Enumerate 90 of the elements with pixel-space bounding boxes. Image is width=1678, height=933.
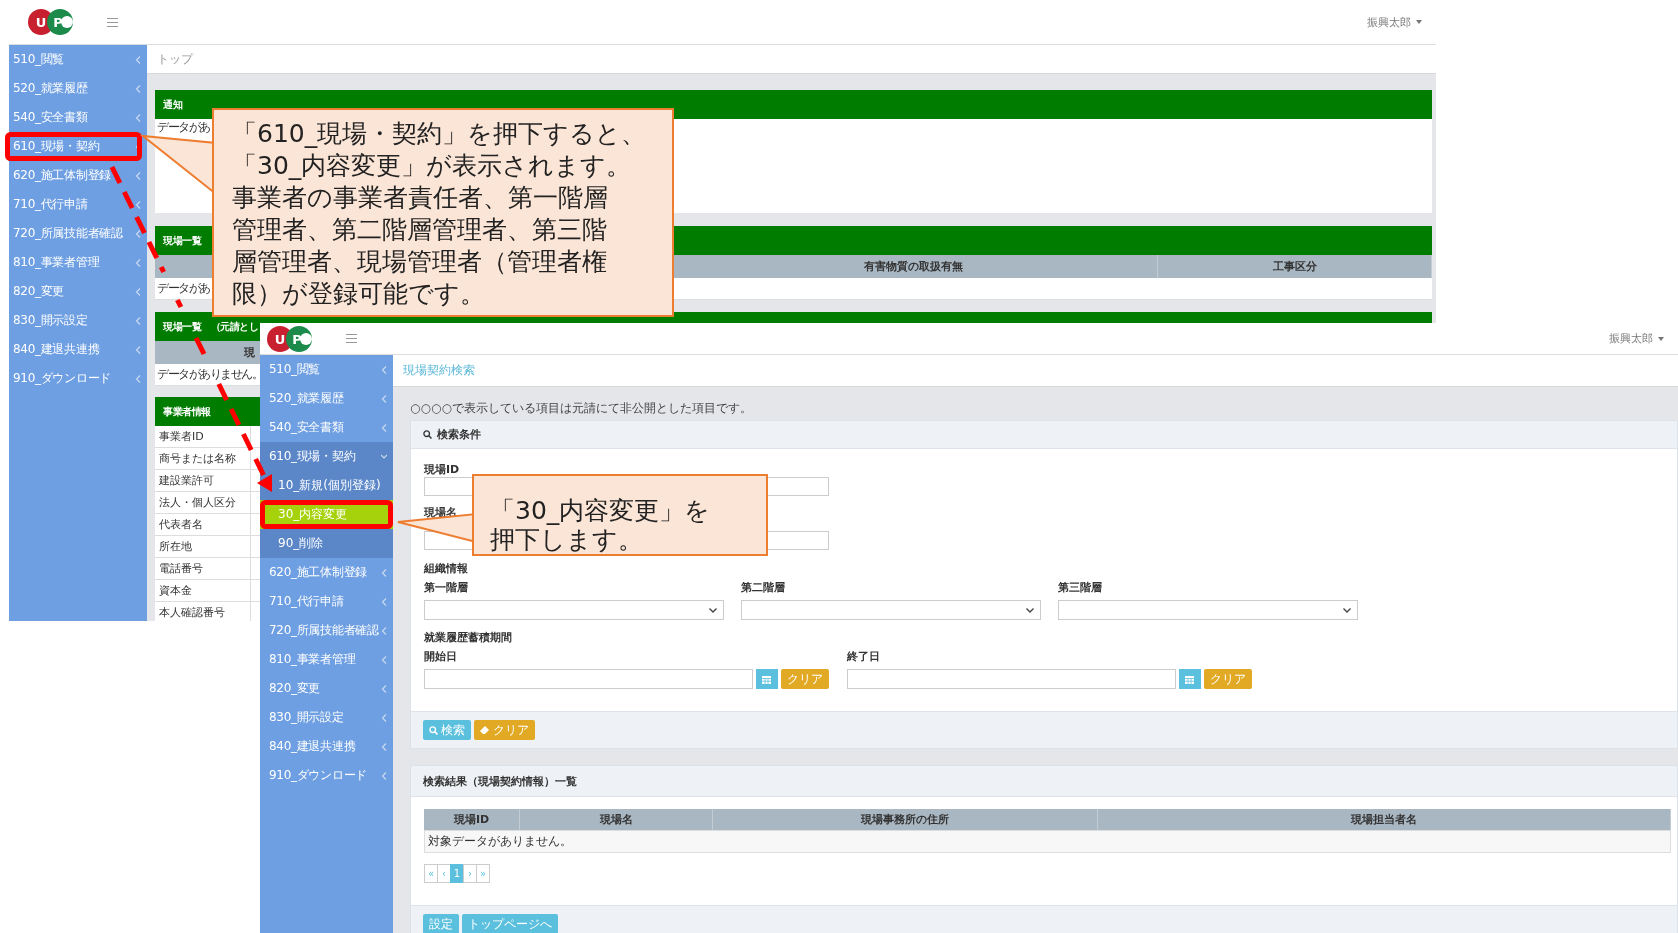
page-button[interactable]: « [424,864,438,883]
sidebar-item[interactable]: 720_所属技能者確認 [260,616,393,645]
empty-message: データがあ [157,120,210,134]
eraser-icon [480,726,490,734]
sidebar-item[interactable]: 610_現場・契約 [260,442,393,471]
sidebar-item[interactable]: 820_変更 [9,277,147,306]
sidebar-item[interactable]: 620_施工体制登録 [260,558,393,587]
submenu-item[interactable]: 10_新規(個別登録) [260,471,393,500]
callout-text: 「30_内容変更」が表示されます。 [232,150,632,182]
field-label: 終了日 [847,649,880,663]
logo: U P [27,7,77,37]
sidebar-item[interactable]: 720_所属技能者確認 [9,219,147,248]
sidebar-item[interactable]: 820_変更 [260,674,393,703]
action-button[interactable]: トップページへ [462,914,558,933]
caret-icon [1343,607,1351,613]
sidebar-item[interactable]: 810_事業者管理 [9,248,147,277]
caret-icon [709,607,717,613]
table-cell: 事業者ID [155,426,251,448]
calendar-icon [762,674,772,684]
clear-button[interactable]: クリア [474,720,535,740]
section-label: 組織情報 [424,561,468,575]
field-label: 第三階層 [1058,580,1102,594]
action-button[interactable]: 設定 [423,914,459,933]
search-button[interactable]: 検索 [423,720,471,740]
field-label: 開始日 [424,649,457,663]
page-button[interactable]: 1 [450,864,464,883]
field-label: 現場ID [424,462,460,476]
sidebar-item[interactable]: 540_安全書類 [9,103,147,132]
column-header: 現場名 [520,809,713,830]
table-cell: 建設業許可 [155,470,251,492]
column-header: 現場事務所の住所 [713,809,1098,830]
sidebar-item[interactable]: 620_施工体制登録 [9,161,147,190]
search-icon [423,430,432,439]
sidebar-item[interactable]: 810_事業者管理 [260,645,393,674]
caret-icon [1658,336,1664,341]
callout-text: 「30_内容変更」を [490,496,711,525]
table-cell: 資本金 [155,580,251,602]
field-label: 第二階層 [741,580,785,594]
date-field[interactable] [847,669,1176,689]
calendar-icon [1185,674,1195,684]
menu-icon[interactable] [107,17,118,27]
empty-message: 対象データがありません。 [424,830,1671,853]
table-cell: 所在地 [155,536,251,558]
table-cell: 商号または名称 [155,448,251,470]
panel-title: 検索条件 [437,427,481,442]
breadcrumb-link[interactable]: 現場契約検索 [393,355,1678,387]
notice-text: ○○○○で表示している項目は元請にて非公開とした項目です。 [410,400,753,414]
submenu-item[interactable]: 90_削除 [260,529,393,558]
empty-message: データがあ [157,280,210,297]
sidebar-item[interactable]: 830_開示設定 [9,306,147,335]
empty-message: データがありません。 [157,366,262,383]
page-button[interactable]: » [476,864,490,883]
section-label: 就業履歴蓄積期間 [424,630,512,644]
page-button[interactable]: ‹ [437,864,451,883]
sidebar-item[interactable]: 840_建退共連携 [9,335,147,364]
clear-button[interactable]: クリア [1204,669,1252,689]
user-menu[interactable]: 振興太郎 [1609,331,1664,346]
sidebar-item[interactable]: 910_ダウンロード [9,364,147,393]
sidebar-item[interactable]: 710_代行申請 [9,190,147,219]
callout-text: 限）が登録可能です。 [232,278,485,310]
field-label: 第一階層 [424,580,468,594]
callout-text: 「610_現場・契約」を押下すると、 [232,118,647,150]
menu-icon[interactable] [346,334,357,343]
column-header: 現場担当者名 [1098,809,1671,830]
table-cell: 法人・個人区分 [155,492,251,514]
callout-text: 事業者の事業者責任者、第一階層 [232,182,608,214]
sidebar-item[interactable]: 520_就業履歴 [9,74,147,103]
callout-text: 押下します。 [490,525,643,554]
sidebar-item[interactable]: 830_開示設定 [260,703,393,732]
date-field[interactable] [424,669,753,689]
table-cell: 電話番号 [155,558,251,580]
calendar-button[interactable] [755,669,778,689]
dropdown[interactable] [1058,600,1358,620]
column-header: 現場ID [424,809,520,830]
user-menu[interactable]: 振興太郎 [1367,14,1422,30]
table-cell: 代表者名 [155,514,251,536]
panel-title: 検索結果（現場契約情報）一覧 [423,773,577,789]
search-icon [429,725,438,735]
sidebar-item[interactable]: 710_代行申請 [260,587,393,616]
caret-icon [1026,607,1034,613]
caret-icon [1416,20,1422,24]
clear-button[interactable]: クリア [781,669,829,689]
sidebar-item[interactable]: 510_閲覧 [9,45,147,74]
breadcrumb: トップ [147,45,1436,74]
sidebar-item[interactable]: 910_ダウンロード [260,761,393,790]
dropdown[interactable] [424,600,724,620]
page-button[interactable]: › [463,864,477,883]
dropdown[interactable] [741,600,1041,620]
calendar-button[interactable] [1178,669,1201,689]
sidebar-item[interactable]: 840_建退共連携 [260,732,393,761]
